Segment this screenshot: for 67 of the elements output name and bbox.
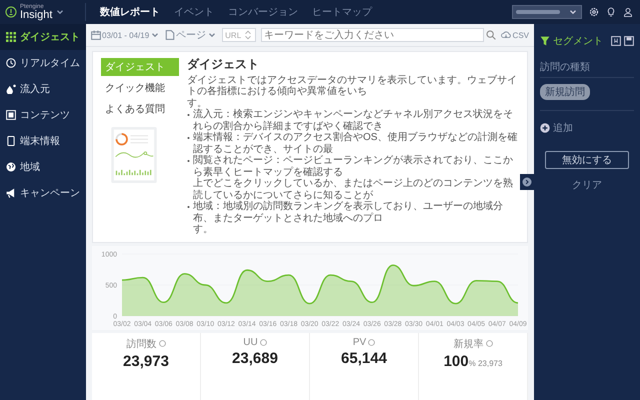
calendar-icon	[91, 30, 101, 40]
guide-bullet-text: 流入元：検索エンジンやキャンペーンなどチャネル別アクセス状況をそれらの割合から詳細まですばやく確認でき	[193, 109, 514, 132]
settings-icon[interactable]	[589, 7, 599, 17]
sidebar-item[interactable]: 地域	[0, 154, 86, 180]
cloud-download-icon	[500, 30, 511, 40]
updown-icon	[243, 30, 254, 40]
stat-label: 訪問数	[126, 338, 156, 351]
guide-intro: す。	[187, 98, 207, 109]
bookmark-icon[interactable]	[611, 36, 621, 46]
sidebar-item[interactable]: コンテンツ	[0, 102, 86, 128]
sidebar-item[interactable]: 端末情報	[0, 128, 86, 154]
sidebar-item[interactable]: 流入元	[0, 76, 86, 102]
disable-button[interactable]: 無効にする	[545, 151, 629, 169]
chevron-right-icon	[522, 177, 532, 187]
guide-bullet-text: す。	[193, 224, 214, 236]
guide-menu-item[interactable]: クイック機能	[101, 79, 179, 97]
logo-icon	[5, 6, 17, 18]
user-icon[interactable]	[623, 7, 633, 17]
stat-label: 新規率	[454, 338, 484, 351]
nav-tab[interactable]: 数値レポート	[100, 5, 160, 19]
stat-value: 100% 23,973	[444, 352, 502, 370]
guide-menu-item[interactable]: よくある質問	[101, 100, 179, 118]
grid-icon	[6, 32, 16, 42]
search-field[interactable]: キーワードをご入力ください	[261, 28, 484, 42]
sidebar-item[interactable]: リアルタイム	[0, 50, 86, 76]
help-icon	[368, 338, 376, 346]
digest-illustration-drawing	[111, 127, 157, 183]
document-icon	[6, 110, 16, 120]
drops-icon	[6, 84, 16, 94]
nav-tab[interactable]: コンバージョン	[228, 5, 298, 19]
add-link[interactable]: 追加	[553, 121, 573, 135]
document-icon	[165, 30, 176, 40]
sidebar-item[interactable]: キャンペーン	[0, 180, 86, 206]
save-icon[interactable]	[624, 36, 634, 46]
megaphone-icon	[6, 188, 16, 198]
guide-bullet-text: 端末情報：デバイスのアクセス割合やOS、使用ブラウザなどの計測を確認することができ、サイトの最	[193, 132, 518, 155]
blurred-text	[516, 10, 560, 14]
nav-tab[interactable]: ヒートマップ	[312, 5, 372, 19]
help-icon	[486, 340, 492, 348]
guide-bullet-text: 地域：地域別の訪問数ランキングを表示しており、ユーザーの地域分布、またターゲットとされた地域へのプロ	[193, 201, 504, 224]
nav-tab[interactable]: イベント	[174, 5, 214, 19]
collapse-toggle[interactable]	[520, 174, 534, 190]
filter-icon	[540, 36, 550, 46]
guide-intro: ダイジェストではアクセスデータのサマリを表示しています。ウェブサイトの各指標における傾向や異常値をいち	[187, 74, 518, 98]
clear-button[interactable]: クリア	[566, 177, 608, 193]
sidebar-item[interactable]: ダイジェスト	[0, 24, 86, 50]
help-icon	[260, 338, 267, 346]
clock-icon	[6, 58, 16, 68]
add-icon[interactable]	[540, 123, 550, 133]
phone-icon	[6, 136, 16, 146]
stat-value: 23,689	[232, 350, 278, 367]
guide-bullet-text: 上でどこをクリックしているか、またはページ上のどのコンテンツを熟読しているかについてさらに知ることが	[193, 178, 514, 201]
stat-label: UU	[243, 336, 258, 348]
logo-text: Insight	[20, 10, 52, 20]
stat-value: 65,144	[341, 350, 387, 367]
segment-tag[interactable]: 新規訪問	[540, 84, 590, 100]
stat-value: 23,973	[123, 352, 169, 370]
globe-icon	[6, 162, 16, 172]
search-icon[interactable]	[486, 30, 496, 40]
account-select[interactable]	[512, 5, 582, 19]
segment-title: セグメント	[553, 35, 603, 48]
guide-title: ダイジェスト	[187, 58, 260, 72]
section-label: 訪問の種類	[540, 60, 634, 78]
stat-label: PV	[352, 336, 366, 348]
lightbulb-icon[interactable]	[606, 7, 616, 17]
guide-bullet-text: 閲覧されたページ：ページビューランキングが表示されており、ここから素早くヒートマップを確認する	[193, 155, 514, 178]
help-icon	[158, 340, 166, 348]
